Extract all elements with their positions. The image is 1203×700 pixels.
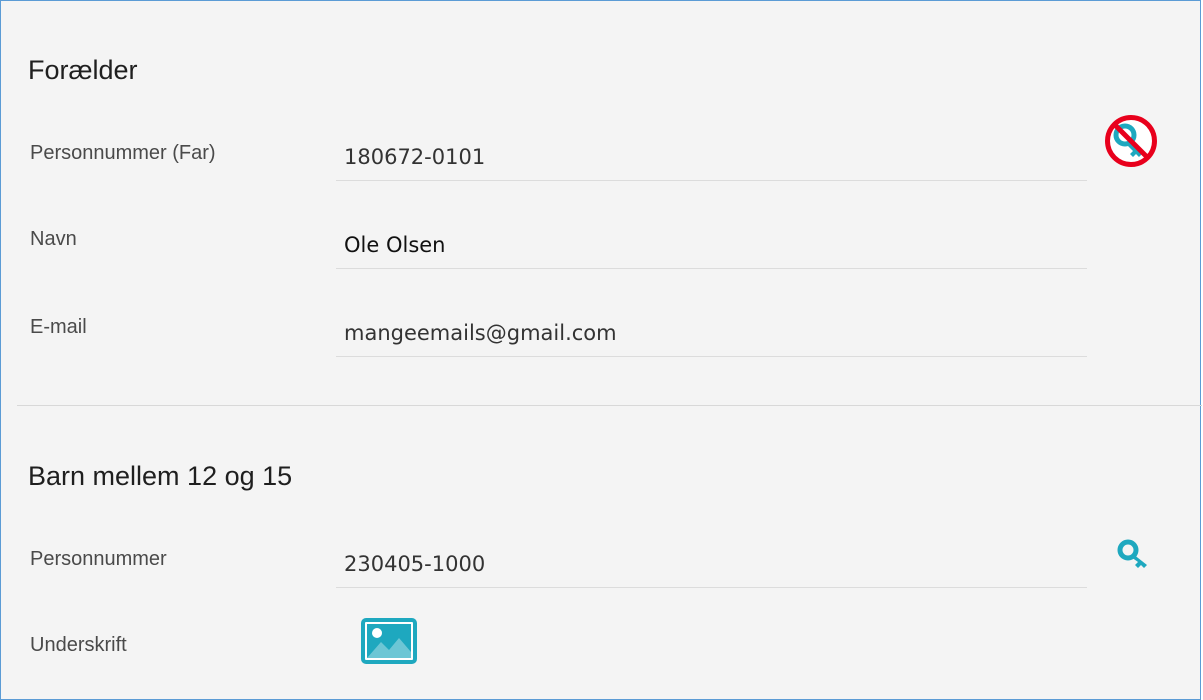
no-key-icon[interactable] [1103,113,1159,169]
parent-name-field[interactable]: Ole Olsen [336,229,1087,269]
key-icon[interactable] [1117,539,1157,569]
parent-cpr-label: Personnummer (Far) [30,142,216,164]
parent-name-label: Navn [30,228,77,250]
parent-section-title: Forælder [28,55,138,85]
parent-email-field[interactable]: mangeemails@gmail.com [336,317,1087,357]
image-icon[interactable] [361,618,417,664]
child-cpr-field[interactable]: 230405-1000 [336,548,1087,588]
form-panel: Forælder Personnummer (Far) 180672-0101 … [0,0,1202,700]
parent-email-value: mangeemails@gmail.com [344,321,617,345]
child-section-title: Barn mellem 12 og 15 [28,461,293,491]
parent-cpr-value: 180672-0101 [344,145,486,169]
parent-email-label: E-mail [30,316,87,338]
section-divider [17,405,1202,406]
child-cpr-value: 230405-1000 [344,552,486,576]
parent-cpr-field[interactable]: 180672-0101 [336,141,1087,181]
parent-name-value: Ole Olsen [344,233,446,257]
child-cpr-label: Personnummer [30,548,167,570]
signature-label: Underskrift [30,634,127,656]
